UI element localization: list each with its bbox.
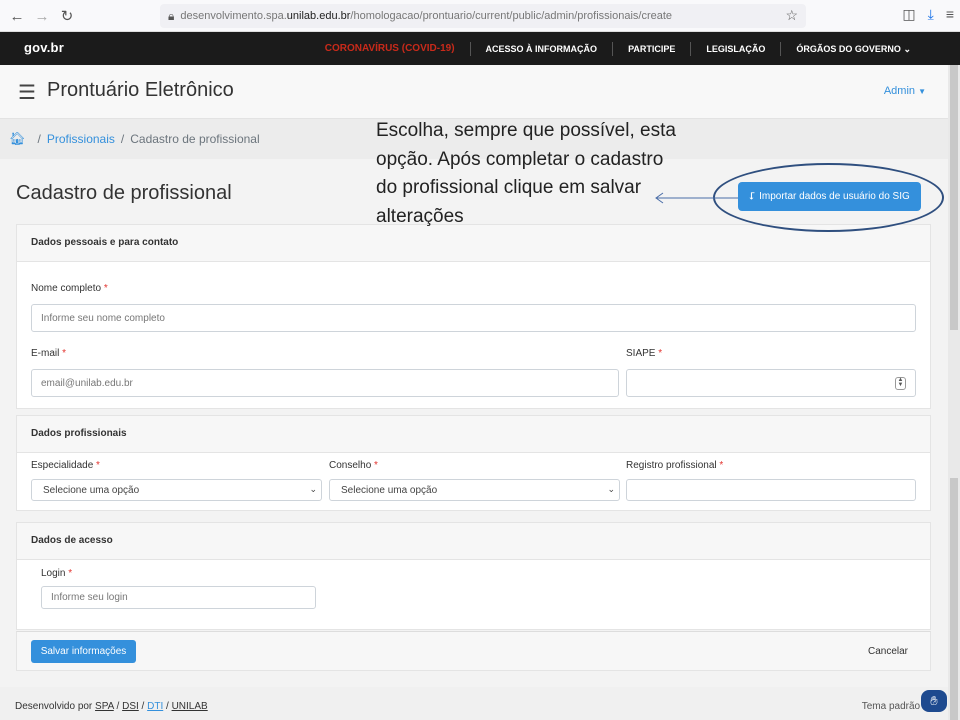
gov-link-participe[interactable]: PARTICIPE xyxy=(612,41,690,56)
specialty-select-value: Selecione uma opção xyxy=(43,484,140,496)
login-input[interactable]: Informe seu login xyxy=(41,586,316,609)
forward-arrow-icon[interactable]: → xyxy=(28,2,56,30)
professional-data-card: Dados profissionais Especialidade * Sele… xyxy=(16,415,931,511)
breadcrumb-current: Cadastro de profissional xyxy=(130,132,260,146)
pocket-icon[interactable]: ◫ xyxy=(902,6,915,23)
url-host: unilab.edu.br xyxy=(286,10,351,22)
access-data-header: Dados de acesso xyxy=(17,523,930,560)
download-icon[interactable]: ⤓ xyxy=(928,6,934,23)
user-menu[interactable]: Admin ▼ xyxy=(884,85,926,97)
login-label: Login * xyxy=(41,568,73,579)
lock-icon: 🔒︎ xyxy=(168,8,175,23)
registry-label-text: Registro profissional xyxy=(626,460,717,471)
name-input[interactable]: Informe seu nome completo xyxy=(31,304,916,332)
footer-credits: Desenvolvido por SPA / DSI / DTI / UNILA… xyxy=(15,701,208,712)
email-input[interactable]: email@unilab.edu.br xyxy=(31,369,619,397)
specialty-label: Especialidade * xyxy=(31,460,100,471)
gov-link-orgaos-label: ÓRGÃOS DO GOVERNO xyxy=(796,43,901,54)
cancel-button[interactable]: Cancelar xyxy=(868,646,908,657)
council-label: Conselho * xyxy=(329,460,378,471)
email-label: E-mail * xyxy=(31,348,67,359)
specialty-label-text: Especialidade xyxy=(31,460,94,471)
gov-link-access[interactable]: ACESSO À INFORMAÇÃO xyxy=(469,41,613,56)
footer-link-dti[interactable]: DTI xyxy=(147,701,163,712)
email-label-text: E-mail xyxy=(31,348,60,359)
page-title: Cadastro de profissional xyxy=(16,182,232,204)
professional-data-header: Dados profissionais xyxy=(17,416,930,453)
bookmark-star-icon[interactable]: ☆ xyxy=(785,7,798,24)
council-select-value: Selecione uma opção xyxy=(341,484,438,496)
chevron-down-icon: ⌄ xyxy=(309,484,317,494)
name-label-text: Nome completo xyxy=(31,283,102,294)
browser-toolbar: ← → ↻ 🔒︎ desenvolvimento.spa. unilab.edu.… xyxy=(0,0,960,32)
caret-down-icon: ▼ xyxy=(918,87,926,96)
registry-label: Registro profissional * xyxy=(626,460,724,471)
chevron-down-icon: ⌄ xyxy=(607,484,615,494)
siape-label: SIAPE * xyxy=(626,348,663,359)
name-label: Nome completo * xyxy=(31,283,108,294)
scrollbar-thumb[interactable] xyxy=(950,65,958,330)
gov-link-covid[interactable]: CORONAVÍRUS (COVID-19) xyxy=(310,42,470,56)
chevron-down-icon: ⌄ xyxy=(903,43,911,54)
hamburger-menu-icon[interactable]: ☰ xyxy=(18,80,36,105)
scrollbar-thumb-lower[interactable] xyxy=(950,478,958,720)
annotation-callout: Escolha, sempre que possível, esta opção… xyxy=(376,120,676,227)
gov-link-orgaos[interactable]: ÓRGÃOS DO GOVERNO ⌄ xyxy=(780,41,926,56)
gov-links: CORONAVÍRUS (COVID-19) ACESSO À INFORMAÇ… xyxy=(310,32,926,65)
gov-bar: gov.br CORONAVÍRUS (COVID-19) ACESSO À I… xyxy=(0,32,960,65)
council-label-text: Conselho xyxy=(329,460,372,471)
menu-icon[interactable]: ≡ xyxy=(946,6,954,23)
personal-data-card: Dados pessoais e para contato Nome compl… xyxy=(16,224,931,409)
siape-input[interactable]: ▲ ▼ xyxy=(626,369,916,397)
specialty-select[interactable]: Selecione uma opção ⌄ xyxy=(31,479,322,501)
page-scrollbar[interactable] xyxy=(948,65,960,720)
footer-link-unilab[interactable]: UNILAB xyxy=(172,701,208,712)
address-bar[interactable]: 🔒︎ desenvolvimento.spa. unilab.edu.br/hom… xyxy=(160,4,806,28)
url-path: /homologacao/prontuario/current/public/a… xyxy=(350,10,673,22)
page-footer: Desenvolvido por SPA / DSI / DTI / UNILA… xyxy=(0,687,960,720)
siape-label-text: SIAPE xyxy=(626,348,656,359)
home-icon[interactable]: 🏠︎ xyxy=(9,131,26,147)
user-name: Admin xyxy=(883,85,916,97)
council-select[interactable]: Selecione uma opção ⌄ xyxy=(329,479,620,501)
login-label-text: Login xyxy=(41,568,66,579)
breadcrumb-separator: / xyxy=(120,132,125,146)
footer-link-spa[interactable]: SPA xyxy=(95,701,114,712)
govbr-logo[interactable]: gov.br xyxy=(24,40,64,55)
access-data-card: Dados de acesso Login * Informe seu logi… xyxy=(16,522,931,630)
save-button[interactable]: Salvar informações xyxy=(31,640,136,663)
breadcrumb-profissionais[interactable]: Profissionais xyxy=(47,132,115,146)
breadcrumb-separator: / xyxy=(37,132,41,146)
form-actions: Salvar informações Cancelar xyxy=(16,631,931,671)
footer-link-dsi[interactable]: DSI xyxy=(122,701,139,712)
app-header: ☰ Prontuário Eletrônico Admin ▼ xyxy=(0,65,948,119)
app-title: Prontuário Eletrônico xyxy=(47,79,234,101)
back-arrow-icon[interactable]: ← xyxy=(3,2,31,30)
accessibility-hand-icon[interactable]: ✋︎ xyxy=(921,690,947,712)
reload-icon[interactable]: ↻ xyxy=(53,2,81,30)
url-prefix: desenvolvimento.spa. xyxy=(180,10,287,22)
footer-prefix: Desenvolvido por xyxy=(15,701,93,712)
highlight-ellipse xyxy=(713,163,944,232)
number-spinner-icon[interactable]: ▲ ▼ xyxy=(895,377,906,390)
gov-link-legislacao[interactable]: LEGISLAÇÃO xyxy=(690,41,780,56)
registry-input[interactable] xyxy=(626,479,916,501)
